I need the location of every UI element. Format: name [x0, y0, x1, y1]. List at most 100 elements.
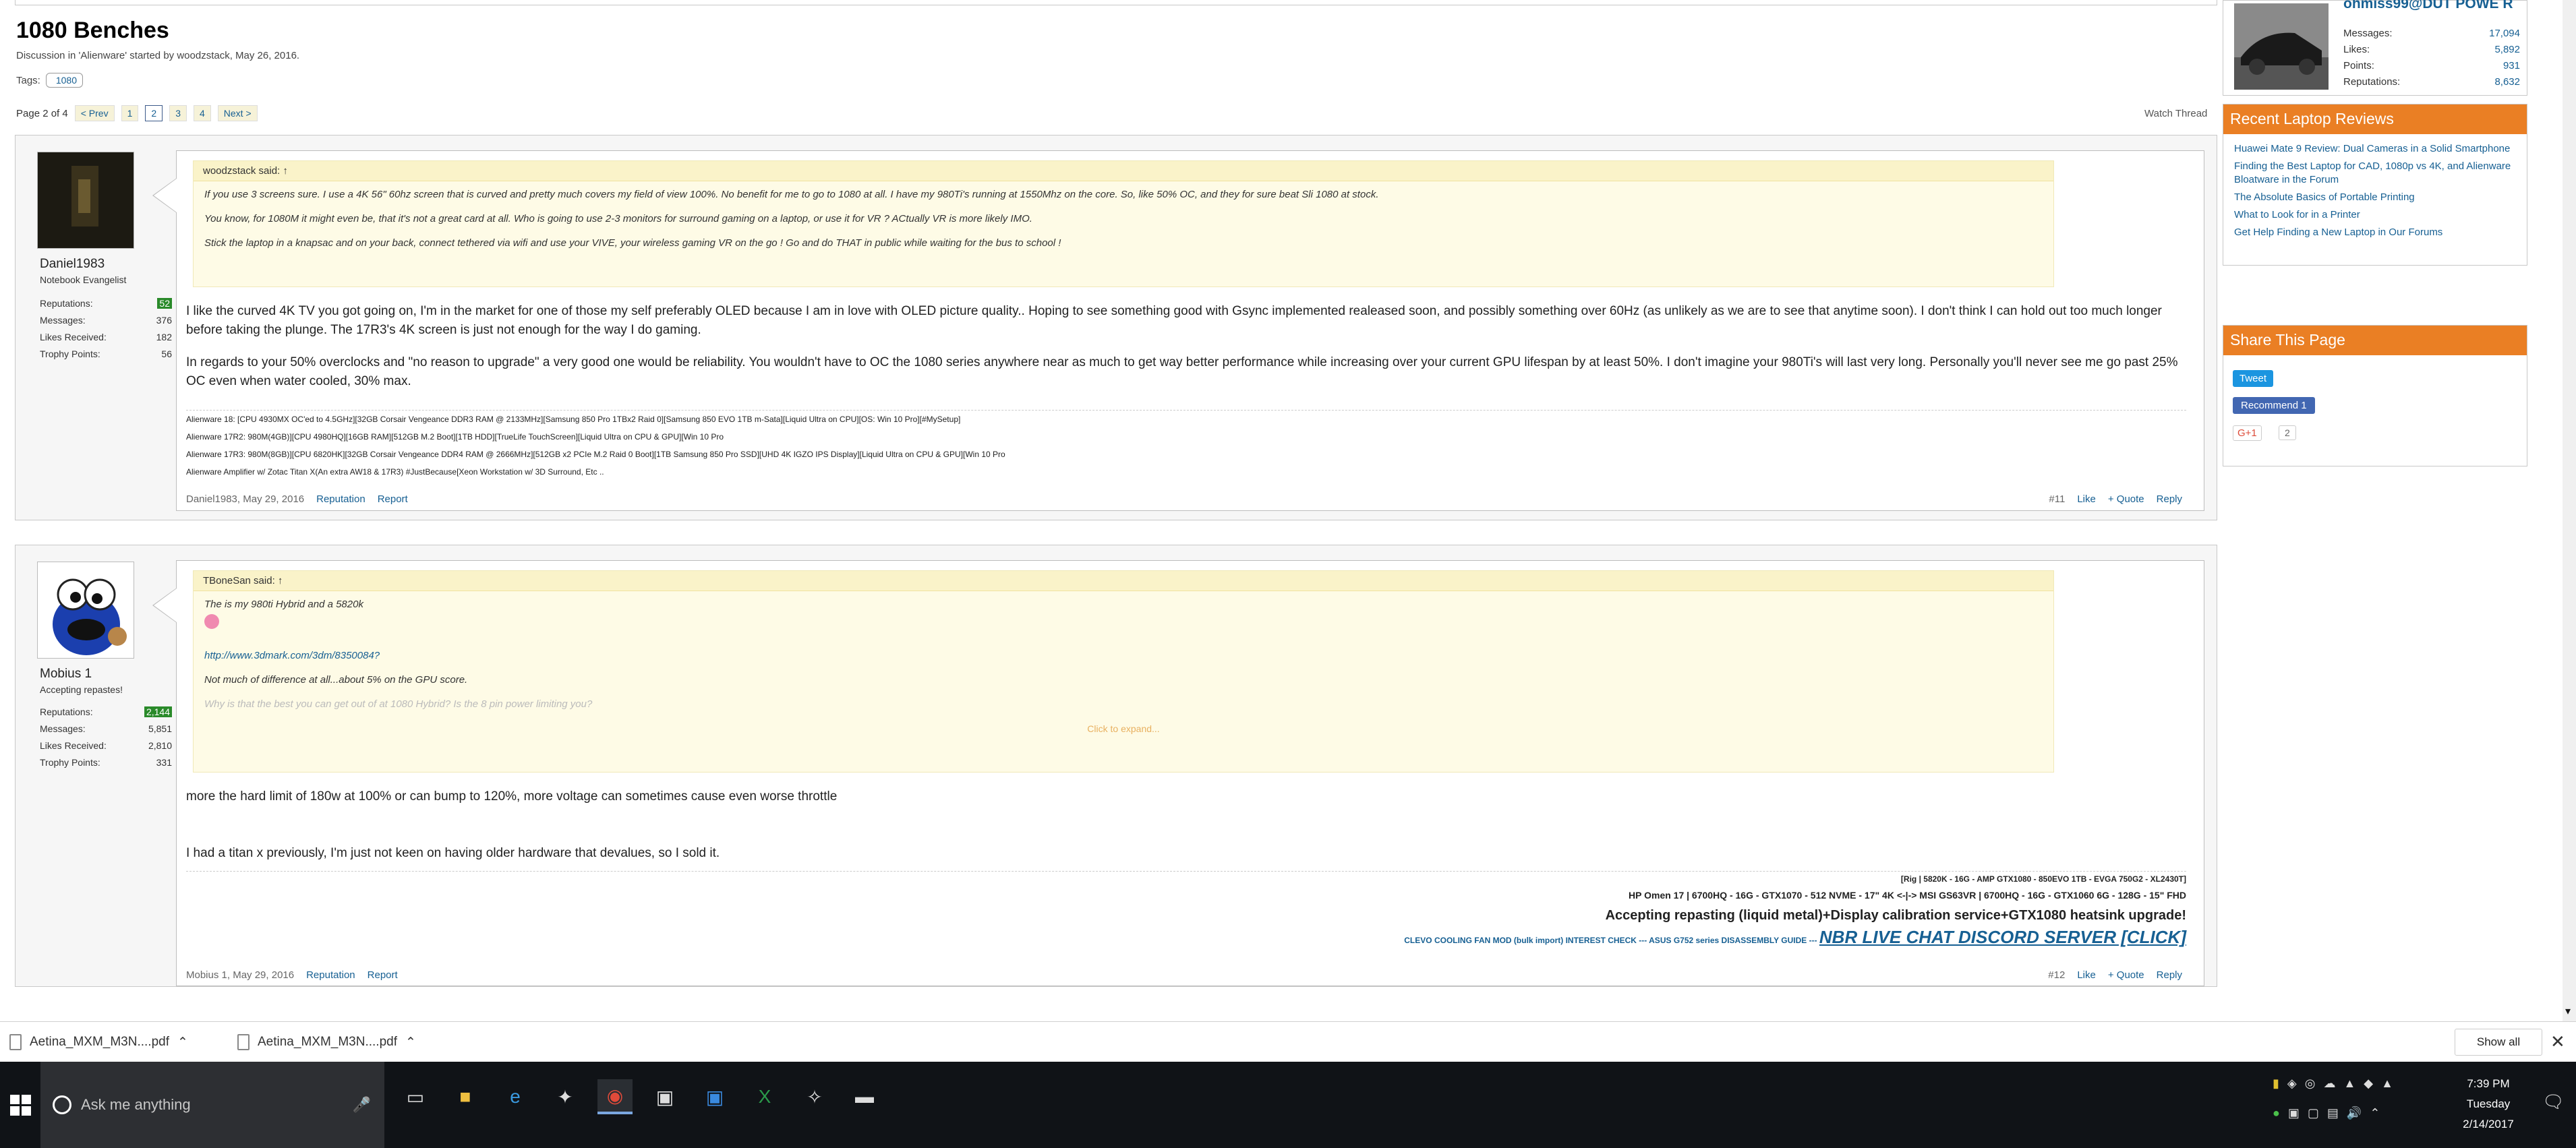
quote-text: If you use 3 screens sure. I use a 4K 56…	[204, 189, 1379, 200]
review-link[interactable]: Get Help Finding a New Laptop in Our For…	[2234, 226, 2516, 239]
prev-page[interactable]: < Prev	[74, 105, 115, 121]
tray-icon[interactable]: ▢	[2308, 1106, 2319, 1120]
app-icon[interactable]: ✧	[797, 1079, 832, 1114]
page-4[interactable]: 4	[193, 105, 211, 121]
username[interactable]: Daniel1983	[40, 257, 105, 272]
quote-text: Why is that the best you can get out of …	[204, 698, 593, 710]
report-link[interactable]: Report	[378, 493, 408, 505]
show-all-button[interactable]: Show all	[2455, 1029, 2542, 1056]
page-3[interactable]: 3	[169, 105, 187, 121]
post-number[interactable]: #12	[2048, 969, 2065, 981]
stat-label: Points:	[2343, 60, 2374, 71]
like-link[interactable]: Like	[2077, 969, 2096, 981]
tray-icon[interactable]: ▲	[2381, 1077, 2393, 1091]
signature-line: Accepting repasting (liquid metal)+Displ…	[1605, 908, 2186, 923]
chevron-up-icon[interactable]: ⌃	[2370, 1106, 2380, 1120]
stat-label: Likes Received:	[40, 739, 107, 751]
review-link[interactable]: What to Look for in a Printer	[2234, 208, 2516, 222]
signature: [Rig | 5820K - 16G - AMP GTX1080 - 850EV…	[186, 871, 2186, 947]
app-icon[interactable]: ✦	[548, 1079, 583, 1114]
quote-link[interactable]: http://www.3dmark.com/3dm/8350084?	[204, 650, 380, 661]
tray-icon[interactable]: ☁	[2323, 1077, 2335, 1091]
tray-icon[interactable]: ◎	[2305, 1077, 2316, 1091]
notification-icon[interactable]: 🗨	[2542, 1091, 2565, 1112]
next-page[interactable]: Next >	[217, 105, 258, 121]
search-box[interactable]: Ask me anything 🎤	[40, 1062, 384, 1148]
tweet-button[interactable]: Tweet	[2233, 370, 2274, 387]
app-icon[interactable]: ▣	[697, 1079, 732, 1114]
post: Daniel1983 Notebook Evangelist Reputatio…	[15, 135, 2217, 520]
page-1[interactable]: 1	[121, 105, 139, 121]
chrome-icon[interactable]: ◉	[597, 1079, 633, 1114]
stat-value: 2,810	[148, 739, 172, 751]
username[interactable]: Mobius 1	[40, 667, 92, 682]
clock[interactable]: 7:39 PM Tuesday 2/14/2017	[2441, 1074, 2536, 1135]
stat-label: Reputations:	[40, 706, 93, 717]
quote-text: Stick the laptop in a knapsac and on you…	[204, 237, 1061, 249]
stat-value[interactable]: 8,632	[2494, 76, 2520, 92]
report-link[interactable]: Report	[368, 969, 398, 981]
excel-icon[interactable]: X	[747, 1079, 782, 1114]
stat-value[interactable]: 931	[2503, 60, 2520, 76]
close-icon[interactable]: ✕	[2550, 1031, 2565, 1052]
watch-thread-link[interactable]: Watch Thread	[2144, 108, 2207, 119]
facebook-recommend-button[interactable]: Recommend 1	[2233, 397, 2315, 414]
expand-quote[interactable]: Click to expand...	[204, 722, 2043, 735]
internet-explorer-icon[interactable]: e	[498, 1079, 533, 1114]
post-number[interactable]: #11	[2049, 493, 2065, 505]
tray-icon[interactable]: ▮	[2273, 1077, 2279, 1091]
chevron-up-icon[interactable]: ⌃	[405, 1035, 416, 1050]
scroll-down-arrow-icon[interactable]: ▾	[2565, 1004, 2573, 1017]
network-icon[interactable]: ▤	[2327, 1106, 2339, 1120]
emoji-icon	[204, 614, 2043, 633]
quote-link[interactable]: + Quote	[2108, 493, 2144, 505]
like-link[interactable]: Like	[2077, 493, 2096, 505]
quote-author[interactable]: TBoneSan said: ↑	[194, 571, 2053, 591]
microphone-icon[interactable]: 🎤	[353, 1096, 371, 1114]
task-view-icon[interactable]: ▭	[398, 1079, 433, 1114]
avatar[interactable]	[37, 152, 134, 249]
post-date: Daniel1983, May 29, 2016	[186, 493, 305, 505]
app-icon[interactable]: ▬	[847, 1079, 882, 1114]
review-link[interactable]: The Absolute Basics of Portable Printing	[2234, 191, 2516, 204]
profile-name[interactable]: ohmiss99@DUT POWE R	[2343, 0, 2520, 11]
tray-icon[interactable]: ◈	[2287, 1077, 2297, 1091]
stat-value: 5,851	[148, 723, 172, 734]
start-button[interactable]	[0, 1062, 40, 1148]
reply-link[interactable]: Reply	[2157, 969, 2182, 981]
tag-1080[interactable]: 1080	[45, 73, 84, 88]
review-link[interactable]: Finding the Best Laptop for CAD, 1080p v…	[2234, 160, 2516, 187]
stat-value[interactable]: 5,892	[2494, 44, 2520, 60]
tray-icon[interactable]: ▣	[2288, 1106, 2300, 1120]
reputation-link[interactable]: Reputation	[316, 493, 365, 505]
stat-label: Trophy Points:	[40, 348, 100, 359]
file-explorer-icon[interactable]: ■	[448, 1079, 483, 1114]
chevron-up-icon[interactable]: ⌃	[177, 1035, 188, 1050]
stat-value[interactable]: 17,094	[2489, 28, 2520, 44]
avatar[interactable]	[37, 562, 134, 659]
page-label: Page 2 of 4	[16, 107, 68, 119]
tray-icon[interactable]: ◆	[2364, 1077, 2373, 1091]
volume-icon[interactable]: 🔊	[2347, 1106, 2362, 1120]
time: 7:39 PM	[2467, 1077, 2510, 1090]
discord-link[interactable]: NBR LIVE CHAT DISCORD SERVER [CLICK]	[1819, 927, 2186, 947]
tray-icon[interactable]: ●	[2273, 1106, 2280, 1120]
quote-link[interactable]: + Quote	[2108, 969, 2144, 981]
reply-link[interactable]: Reply	[2157, 493, 2182, 505]
download-filename: Aetina_MXM_M3N....pdf	[258, 1035, 397, 1049]
download-item[interactable]: Aetina_MXM_M3N....pdf ⌃	[237, 1029, 460, 1056]
review-link[interactable]: Huawei Mate 9 Review: Dual Cameras in a …	[2234, 142, 2516, 156]
tray-icon[interactable]: ▲	[2343, 1077, 2355, 1091]
page-2[interactable]: 2	[145, 105, 163, 121]
app-icon[interactable]: ▣	[647, 1079, 682, 1114]
quote-text: You know, for 1080M it might even be, th…	[204, 213, 1032, 224]
google-plus-button[interactable]: G+1	[2233, 425, 2262, 441]
thread-title: 1080 Benches	[16, 18, 169, 43]
quote-author[interactable]: woodzstack said: ↑	[194, 161, 2053, 181]
profile-avatar[interactable]	[2234, 3, 2329, 90]
signature-link[interactable]: CLEVO COOLING FAN MOD (bulk import) INTE…	[1404, 936, 1817, 945]
message-content: woodzstack said: ↑ If you use 3 screens …	[152, 150, 2204, 511]
download-item[interactable]: Aetina_MXM_M3N....pdf ⌃	[9, 1029, 232, 1056]
scrollbar[interactable]: ▾	[2563, 0, 2576, 1021]
reputation-link[interactable]: Reputation	[306, 969, 355, 981]
